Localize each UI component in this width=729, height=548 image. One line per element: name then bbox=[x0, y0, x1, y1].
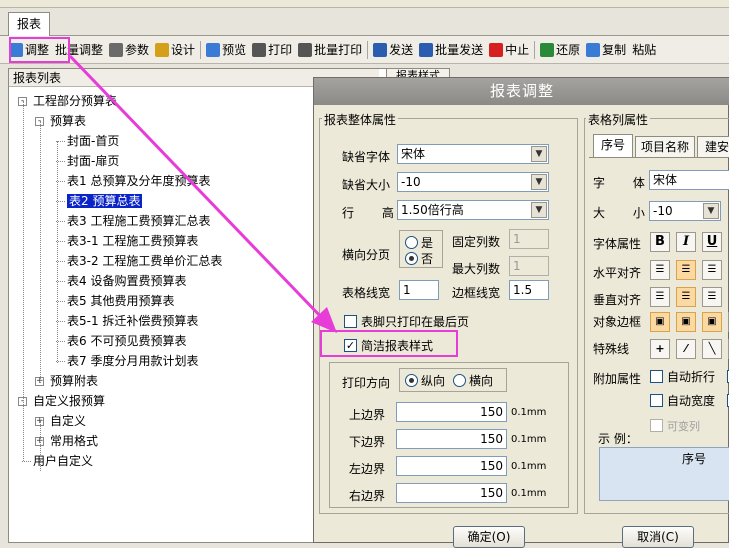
annotation-arrow bbox=[68, 54, 337, 333]
arrow-line bbox=[68, 54, 326, 322]
